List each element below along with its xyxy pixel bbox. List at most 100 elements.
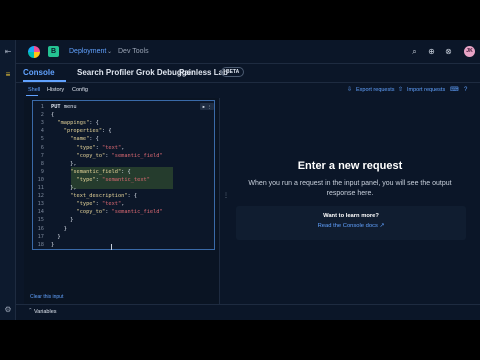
space-icon[interactable]: ≡ [3, 70, 13, 80]
code-line: 11 }, [33, 184, 214, 192]
import-requests-link[interactable]: Import requests [407, 86, 445, 94]
console-subnav: Shell History Config ⇩ Export requests ⇧… [24, 84, 472, 96]
code-text: "copy_to": "semantic_field" [76, 209, 163, 216]
keyboard-shortcuts-icon[interactable]: ⌨ [450, 86, 459, 94]
line-number: 12 [37, 193, 44, 200]
line-number: 3 [40, 120, 44, 127]
code-text: "properties": { [63, 128, 112, 135]
help-icon[interactable]: ⊕ [426, 46, 437, 57]
letterbox-bottom [0, 320, 480, 360]
beta-badge: BETA [221, 67, 245, 77]
text-cursor [111, 244, 112, 250]
code-line: 8 }, [33, 160, 214, 168]
output-panel: Enter a new request When you run a reque… [228, 98, 472, 310]
code-line: 4 "properties": { [33, 127, 214, 135]
variables-bar: ⌃ Variables [16, 304, 480, 320]
line-number: 11 [37, 185, 44, 191]
code-line: 10 "type": "semantic_text" [33, 176, 214, 184]
code-text: "mappings": { [57, 120, 99, 127]
breadcrumb-dev-tools: Dev Tools [118, 48, 149, 55]
code-text: "type": "semantic_text" [76, 176, 150, 183]
code-text: "semantic_field": { [70, 168, 131, 175]
line-number: 5 [40, 136, 44, 143]
panel-resizer[interactable]: ⋮ [223, 193, 229, 206]
line-number: 1 [40, 104, 44, 110]
breadcrumb-deployment[interactable]: Deployment [69, 47, 106, 57]
code-line: 17 } [33, 233, 214, 241]
import-icon[interactable]: ⇧ [398, 86, 403, 94]
code-line: 13 "type": "text", [33, 200, 214, 208]
console-area: Shell History Config ⇩ Export requests ⇧… [24, 84, 472, 312]
code-line: 3 "mappings": { [33, 119, 214, 127]
line-number: 7 [40, 152, 44, 159]
chevron-up-icon[interactable]: ⌃ [28, 308, 33, 314]
help-icon[interactable]: ? [464, 86, 467, 94]
variables-toggle[interactable]: Variables [34, 309, 57, 315]
code-text: "type": "text", [76, 144, 125, 151]
code-line: 18} [33, 241, 214, 249]
letterbox-top [0, 0, 480, 40]
code-line: 12 "text_description": { [33, 192, 214, 200]
line-number: 4 [40, 128, 44, 135]
search-icon[interactable]: ⌕ [409, 46, 420, 57]
collapse-nav-icon[interactable]: ⇤ [3, 47, 13, 57]
code-line: 5 "name": { [33, 135, 214, 143]
line-number: 9 [40, 168, 44, 175]
export-requests-link[interactable]: Export requests [356, 86, 395, 94]
code-line: 1 PUT menu [33, 103, 214, 111]
clear-input-link[interactable]: Clear this input [30, 294, 63, 300]
subtab-history[interactable]: History [47, 86, 64, 94]
code-line: 14 "copy_to": "semantic_field" [33, 208, 214, 216]
empty-output-description: When you run a request in the input pane… [248, 180, 452, 197]
news-feed-icon[interactable]: ⊗ [443, 46, 454, 57]
top-header: B Deployment ⌄ Dev Tools ⌕ ⊕ ⊗ JK [16, 40, 480, 64]
code-text: { [51, 112, 55, 119]
user-avatar[interactable]: JK [464, 46, 475, 57]
code-text: "name": { [70, 136, 99, 143]
request-editor[interactable]: 1 PUT menu 2{3 "mappings": {4 "properties"… [32, 100, 215, 250]
space-badge[interactable]: B [48, 46, 59, 57]
export-icon[interactable]: ⇩ [347, 86, 352, 94]
line-number: 10 [37, 176, 44, 183]
subtab-config[interactable]: Config [72, 86, 88, 94]
chevron-down-icon[interactable]: ⌄ [107, 47, 112, 57]
line-number: 17 [37, 233, 44, 240]
dev-tools-tabs: Console Search Profiler Grok Debugger Pa… [16, 64, 480, 82]
left-rail: ⇤ ≡ ⚙ [0, 40, 16, 320]
code-text: } [51, 241, 55, 248]
settings-gear-icon[interactable]: ⚙ [3, 305, 13, 315]
line-number: 14 [37, 209, 44, 216]
code-text: }, [51, 185, 77, 191]
learn-more-title: Want to learn more? [323, 213, 379, 219]
tab-console[interactable]: Console [23, 67, 55, 78]
line-number: 2 [40, 112, 44, 119]
line-number: 13 [37, 201, 44, 208]
console-docs-link[interactable]: Read the Console docs ↗ [236, 223, 466, 229]
empty-output-title: Enter a new request [297, 160, 403, 172]
line-number: 18 [37, 241, 44, 248]
run-request-button[interactable]: ▶ ⋮ [200, 103, 214, 110]
line-number: 8 [40, 160, 44, 167]
code-line: 2{ [33, 111, 214, 119]
tabs-divider [16, 82, 480, 83]
code-text: "text_description": { [70, 193, 138, 200]
code-line: 6 "type": "text", [33, 144, 214, 152]
code-text: } [51, 233, 61, 240]
line-number: 6 [40, 144, 44, 151]
learn-more-callout: Want to learn more? Read the Console doc… [236, 206, 466, 240]
input-panel: 1 PUT menu 2{3 "mappings": {4 "properties"… [24, 98, 220, 310]
code-line: 15 } [33, 216, 214, 224]
code-text: "type": "text", [76, 201, 125, 208]
code-text: } [51, 225, 67, 232]
code-line: 16 } [33, 225, 214, 233]
code-line: 9 "semantic_field": { [33, 168, 214, 176]
code-text: PUT menu [51, 104, 77, 110]
active-subtab-underline [26, 95, 38, 96]
subtab-shell[interactable]: Shell [28, 86, 40, 94]
line-number: 16 [37, 225, 44, 232]
tab-search-profiler[interactable]: Search Profiler [77, 67, 134, 78]
elastic-logo-icon[interactable] [28, 46, 40, 58]
code-text: } [51, 217, 74, 224]
code-line: 7 "copy_to": "semantic_field" [33, 152, 214, 160]
code-text: }, [51, 160, 77, 167]
